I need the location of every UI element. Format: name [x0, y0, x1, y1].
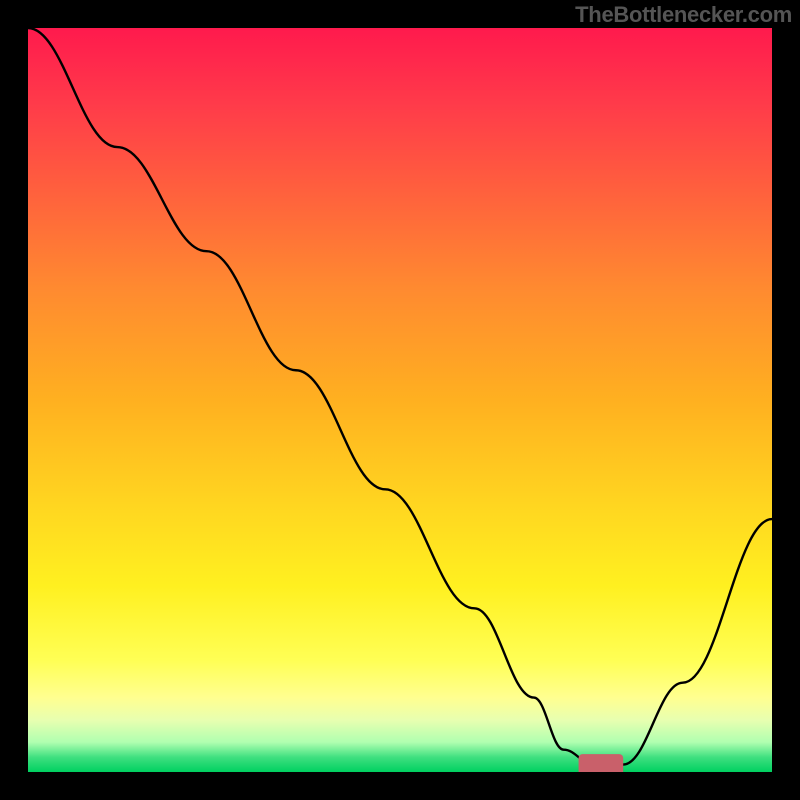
- curve-path: [28, 28, 772, 765]
- watermark-text: TheBottlenecker.com: [575, 2, 792, 28]
- optimal-marker: [579, 754, 624, 772]
- chart-container: TheBottlenecker.com: [0, 0, 800, 800]
- plot-area: [28, 28, 772, 772]
- bottleneck-curve: [28, 28, 772, 772]
